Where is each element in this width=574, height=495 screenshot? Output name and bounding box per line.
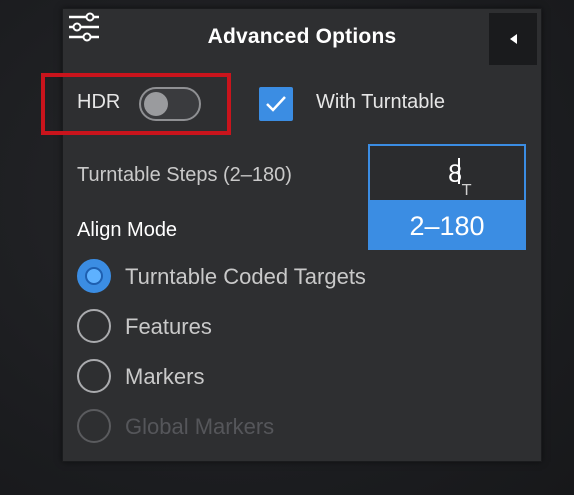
advanced-options-panel: Advanced Options HDR With Turntable Turn…: [41, 8, 542, 462]
radio-button[interactable]: [77, 359, 111, 393]
radio-button[interactable]: [77, 309, 111, 343]
turntable-steps-label: Turntable Steps (2–180): [77, 164, 292, 186]
radio-button[interactable]: [77, 259, 111, 293]
ibeam-cursor-icon: T: [462, 181, 472, 199]
align-option-turntable-coded-targets[interactable]: Turntable Coded Targets: [77, 259, 437, 295]
steps-range-tooltip: 2–180: [368, 202, 526, 250]
with-turntable-label: With Turntable: [316, 91, 445, 113]
align-option-global-markers: Global Markers: [77, 409, 437, 445]
radio-label: Turntable Coded Targets: [125, 264, 366, 289]
hdr-toggle[interactable]: [139, 87, 201, 121]
collapse-panel-button[interactable]: [489, 13, 537, 65]
radio-label: Features: [125, 314, 212, 339]
align-option-markers[interactable]: Markers: [77, 359, 437, 395]
align-mode-label: Align Mode: [77, 219, 178, 241]
text-caret: [458, 158, 460, 184]
hdr-label: HDR: [77, 91, 121, 113]
hdr-highlight-box: [41, 73, 231, 135]
with-turntable-checkbox[interactable]: [259, 87, 293, 121]
checkmark-icon: [266, 96, 286, 112]
radio-label: Global Markers: [125, 414, 275, 439]
arrow-left-icon: [510, 34, 517, 44]
toggle-knob: [144, 92, 168, 116]
panel-header: Advanced Options: [63, 9, 541, 65]
panel-title: Advanced Options: [207, 25, 397, 48]
radio-button: [77, 409, 111, 443]
align-option-features[interactable]: Features: [77, 309, 437, 345]
turntable-steps-input[interactable]: 8 T: [368, 144, 526, 202]
radio-label: Markers: [125, 364, 205, 389]
app-background: Advanced Options HDR With Turntable Turn…: [0, 0, 574, 495]
